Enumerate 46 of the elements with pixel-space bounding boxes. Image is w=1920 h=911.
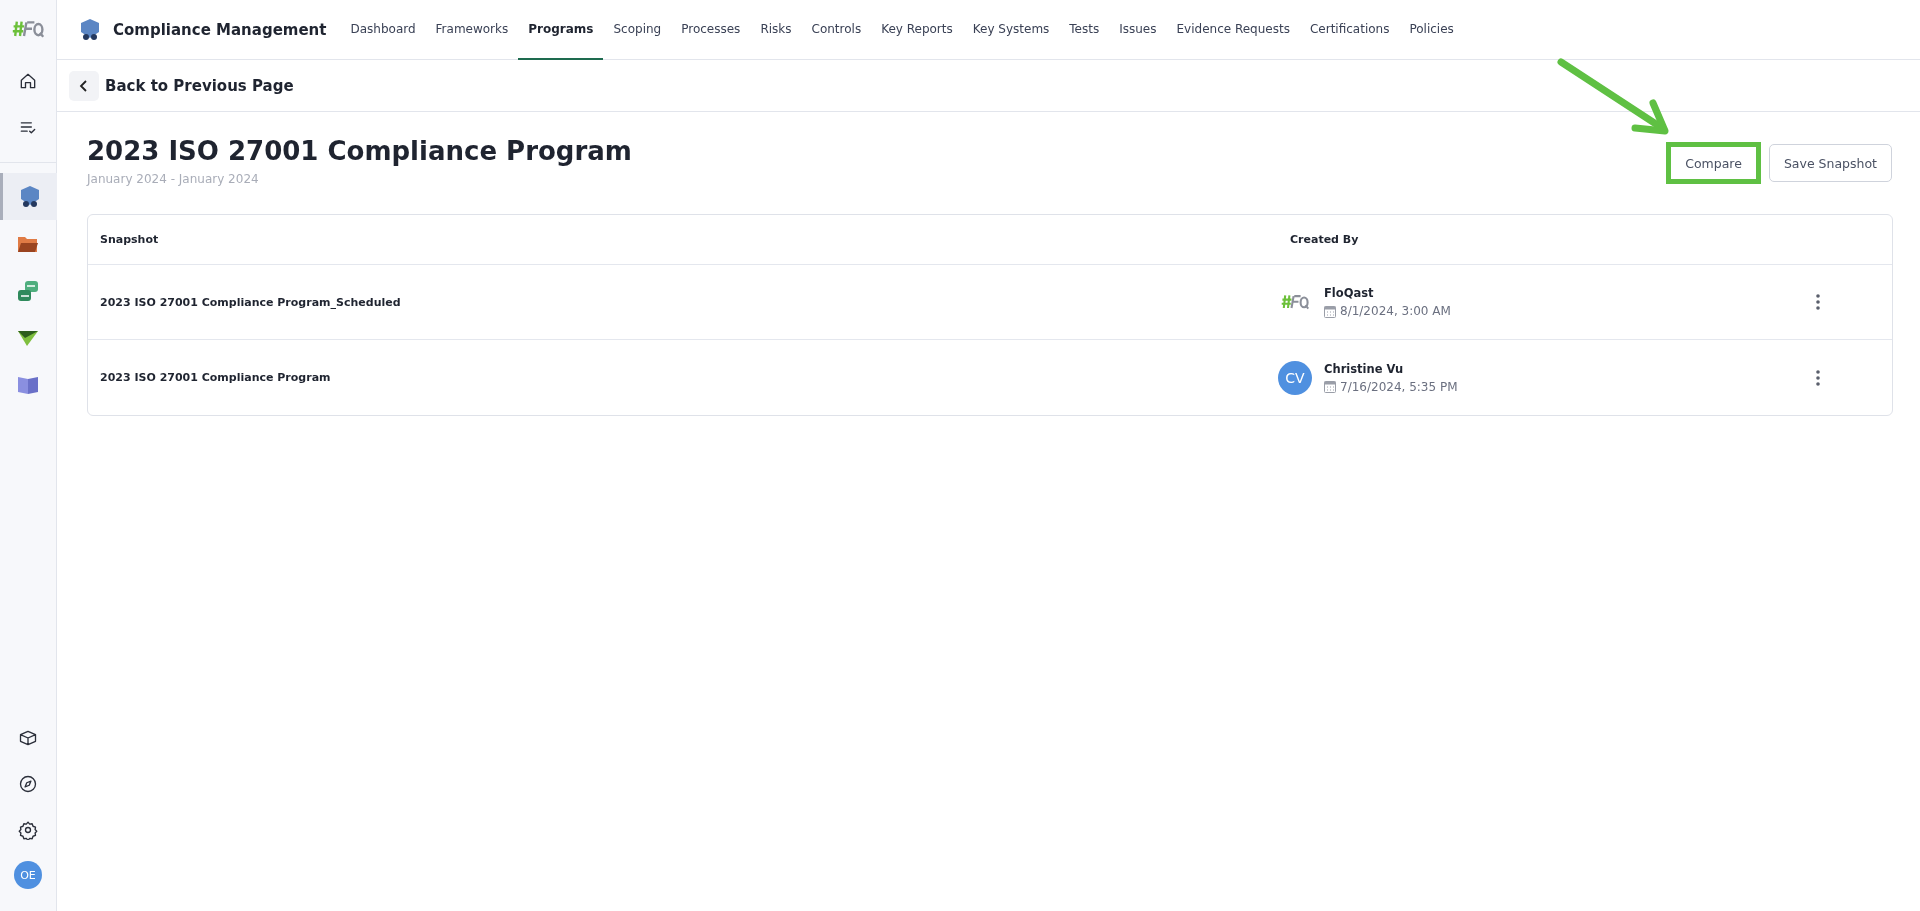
nav-tab[interactable]: Evidence Requests [1166,0,1300,60]
nav-tab[interactable]: Policies [1399,0,1464,60]
column-header: Created By [1289,232,1360,248]
book-icon [17,374,39,395]
created-date: 7/16/2024, 5:35 PM [1340,379,1458,394]
created-date: 8/1/2024, 3:00 AM [1340,304,1451,318]
user-avatar: CV [1278,360,1312,395]
date-range: January 2024 - January 2024 [87,172,260,186]
nav-tab[interactable]: Scoping [603,0,672,60]
nav-tab[interactable]: Controls [801,0,872,60]
nav-tab[interactable]: Dashboard [340,0,426,60]
home-icon [18,71,38,91]
back-button[interactable] [69,70,99,101]
nav-tab[interactable]: Risks [750,0,802,60]
settings-icon [18,820,38,840]
highlighted-button[interactable]: Compare [1666,142,1761,184]
badge-icon [18,184,41,209]
logo [1281,294,1309,310]
nav-tab[interactable]: Key Systems [962,0,1060,60]
nav-tab[interactable]: Programs [518,0,604,60]
creator-name: Christine Vu [1324,361,1405,376]
creator-name: FloQast [1324,286,1375,300]
nav-tab[interactable]: Frameworks [425,0,519,60]
action-button[interactable]: Save Snapshot [1768,144,1892,182]
chevron-left-icon [79,79,89,92]
calendar-icon [1324,304,1336,318]
paper-plane-icon [17,328,39,347]
nav-tab[interactable]: Certifications [1299,0,1400,60]
compass-icon [18,774,38,794]
nav-tab[interactable]: Processes [671,0,751,60]
nav-tab[interactable]: Tests [1059,0,1110,60]
calendar-icon [1324,380,1336,393]
badge-icon [79,17,101,42]
nav-tab[interactable]: Key Reports [871,0,963,60]
back-link[interactable]: Back to Previous Page [105,76,294,95]
folder-icon [17,234,39,253]
box-icon [18,728,38,748]
table-cell-text: 2023 ISO 27001 Compliance Program_Scheduled [99,295,402,309]
table-cell-text: 2023 ISO 27001 Compliance Program [99,371,332,384]
app-title: Compliance Management [113,20,327,39]
page-title: 2023 ISO 27001 Compliance Program [87,135,632,168]
app-switcher-item[interactable] [0,173,57,220]
logo [12,20,44,38]
sync-icon [17,279,39,302]
column-header: Snapshot [99,232,160,248]
nav-tab[interactable]: Issues [1109,0,1167,60]
